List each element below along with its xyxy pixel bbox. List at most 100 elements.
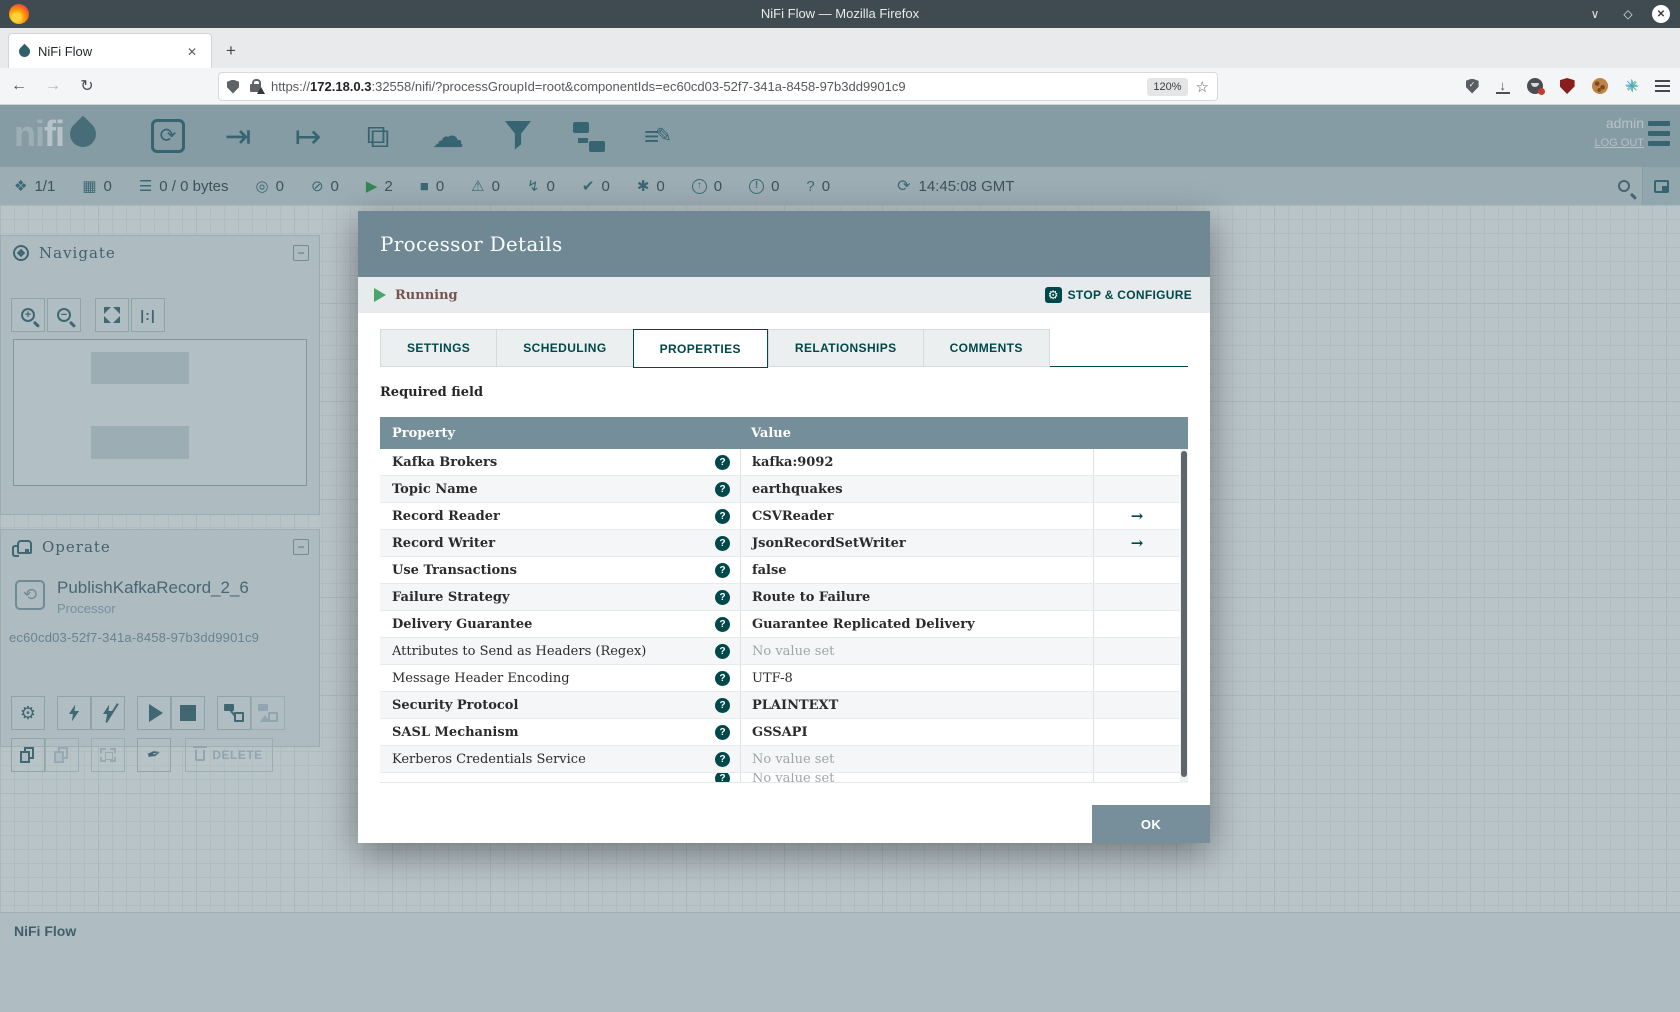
property-value[interactable]: Guarantee Replicated Delivery	[740, 611, 1093, 637]
property-name: Attributes to Send as Headers (Regex)	[392, 643, 647, 659]
property-help-icon[interactable]: ?	[715, 454, 730, 470]
property-help-icon[interactable]: ?	[715, 481, 730, 497]
forward-button[interactable]: →	[38, 72, 68, 100]
window-titlebar: NiFi Flow — Mozilla Firefox ∨ ◇ ✕	[0, 0, 1680, 28]
property-name: Message Header Encoding	[392, 670, 570, 686]
property-value[interactable]: UTF-8	[740, 665, 1093, 691]
nifi-favicon	[16, 43, 33, 60]
required-field-label: Required field	[380, 385, 484, 400]
property-help-icon[interactable]: ?	[715, 589, 730, 605]
bookmark-star-icon[interactable]: ☆	[1196, 78, 1209, 96]
goto-cell	[1093, 746, 1180, 772]
table-row: Kafka Brokers? kafka:9092	[380, 449, 1188, 476]
property-help-icon[interactable]: ?	[715, 697, 730, 713]
property-name-cell: ?	[380, 773, 740, 782]
property-column-header: Property	[392, 425, 456, 441]
table-row: Record Reader? CSVReader →	[380, 503, 1188, 530]
tab-properties[interactable]: PROPERTIES	[632, 329, 768, 368]
mask-extension-icon[interactable]	[1526, 78, 1545, 95]
property-help-icon[interactable]: ?	[715, 535, 730, 551]
property-value[interactable]: GSSAPI	[740, 719, 1093, 745]
property-name: Failure Strategy	[392, 589, 510, 605]
property-help-icon[interactable]: ?	[715, 670, 730, 686]
property-name-cell: Delivery Guarantee?	[380, 616, 740, 632]
stop-and-configure-button[interactable]: ⚙ STOP & CONFIGURE	[1044, 287, 1192, 303]
url-text[interactable]: https://172.18.0.3:32558/nifi/?processGr…	[271, 79, 1139, 94]
goto-cell	[1093, 692, 1180, 718]
property-help-icon[interactable]: ?	[715, 773, 730, 782]
table-row: Security Protocol? PLAINTEXT	[380, 692, 1188, 719]
connection-lock-icon[interactable]	[250, 79, 265, 94]
table-row: Use Transactions? false	[380, 557, 1188, 584]
property-name: Security Protocol	[392, 697, 519, 713]
gear-square-icon: ⚙	[1044, 287, 1062, 303]
ok-button[interactable]: OK	[1092, 805, 1210, 843]
shield-check-extension-icon[interactable]	[1465, 78, 1479, 94]
dialog-header: Processor Details	[358, 211, 1210, 277]
window-minimize-icon[interactable]: ∨	[1586, 5, 1604, 23]
property-value[interactable]: kafka:9092	[740, 449, 1093, 475]
property-value[interactable]: earthquakes	[740, 476, 1093, 502]
property-value[interactable]: No value set	[740, 773, 1093, 782]
table-row: SASL Mechanism? GSSAPI	[380, 719, 1188, 746]
browser-tabbar: NiFi Flow ✕ +	[0, 28, 1680, 69]
tab-settings[interactable]: SETTINGS	[380, 329, 497, 367]
window-close-icon[interactable]: ✕	[1652, 5, 1670, 23]
property-value[interactable]: PLAINTEXT	[740, 692, 1093, 718]
page-zoom-badge[interactable]: 120%	[1147, 77, 1188, 96]
goto-cell	[1093, 773, 1180, 782]
property-value[interactable]: false	[740, 557, 1093, 583]
property-name-cell: Record Reader?	[380, 508, 740, 524]
property-name-cell: Use Transactions?	[380, 562, 740, 578]
property-name-cell: Kerberos Credentials Service?	[380, 751, 740, 767]
ublock-extension-icon[interactable]	[1559, 78, 1575, 94]
window-title: NiFi Flow — Mozilla Firefox	[760, 6, 920, 21]
property-value[interactable]: CSVReader	[740, 503, 1093, 529]
properties-scrollbar-track[interactable]	[1180, 449, 1188, 783]
properties-table-header: Property Value	[380, 417, 1188, 449]
goto-service-arrow[interactable]: →	[1093, 503, 1180, 529]
goto-cell	[1093, 719, 1180, 745]
property-help-icon[interactable]: ?	[715, 616, 730, 632]
table-row: Message Header Encoding? UTF-8	[380, 665, 1188, 692]
properties-table-body: Kafka Brokers? kafka:9092 Topic Name? earth…	[380, 449, 1188, 783]
property-name-cell: Topic Name?	[380, 481, 740, 497]
property-value[interactable]: No value set	[740, 638, 1093, 664]
property-value[interactable]: No value set	[740, 746, 1093, 772]
browser-tab[interactable]: NiFi Flow ✕	[8, 33, 212, 69]
tab-comments[interactable]: COMMENTS	[922, 329, 1050, 367]
property-name: Record Writer	[392, 535, 496, 551]
tab-scheduling[interactable]: SCHEDULING	[496, 329, 633, 367]
tab-close-icon[interactable]: ✕	[183, 43, 201, 61]
property-value[interactable]: Route to Failure	[740, 584, 1093, 610]
table-row: Record Writer? JsonRecordSetWriter →	[380, 530, 1188, 557]
downloads-icon[interactable]: ↓	[1495, 79, 1510, 94]
properties-scrollbar-thumb[interactable]	[1181, 451, 1187, 777]
property-help-icon[interactable]: ?	[715, 562, 730, 578]
reload-button[interactable]: ↻	[72, 72, 102, 100]
goto-cell	[1093, 557, 1180, 583]
tracking-protection-icon[interactable]	[227, 79, 239, 94]
property-help-icon[interactable]: ?	[715, 751, 730, 767]
back-button[interactable]: ←	[4, 72, 34, 100]
asterisk-extension-icon[interactable]: ✳	[1625, 76, 1638, 96]
property-name: Delivery Guarantee	[392, 616, 533, 632]
property-help-icon[interactable]: ?	[715, 724, 730, 740]
property-value[interactable]: JsonRecordSetWriter	[740, 530, 1093, 556]
processor-details-dialog: Processor Details Running ⚙ STOP & CONFI…	[358, 211, 1210, 843]
table-row: Delivery Guarantee? Guarantee Replicated …	[380, 611, 1188, 638]
property-name: Record Reader	[392, 508, 500, 524]
cookie-extension-icon[interactable]	[1591, 78, 1608, 94]
new-tab-button[interactable]: +	[218, 38, 244, 64]
properties-table: Property Value Kafka Brokers? kafka:9092 T…	[380, 417, 1188, 783]
browser-menu-icon[interactable]	[1655, 80, 1670, 92]
dialog-body: SETTINGS SCHEDULING PROPERTIES RELATIONSHIP…	[358, 313, 1210, 843]
goto-cell	[1093, 638, 1180, 664]
tab-relationships[interactable]: RELATIONSHIPS	[767, 329, 923, 367]
property-name: Use Transactions	[392, 562, 517, 578]
url-bar[interactable]: https://172.18.0.3:32558/nifi/?processGr…	[218, 72, 1218, 101]
goto-service-arrow[interactable]: →	[1093, 530, 1180, 556]
property-help-icon[interactable]: ?	[715, 643, 730, 659]
window-maximize-icon[interactable]: ◇	[1619, 5, 1637, 23]
property-help-icon[interactable]: ?	[715, 508, 730, 524]
